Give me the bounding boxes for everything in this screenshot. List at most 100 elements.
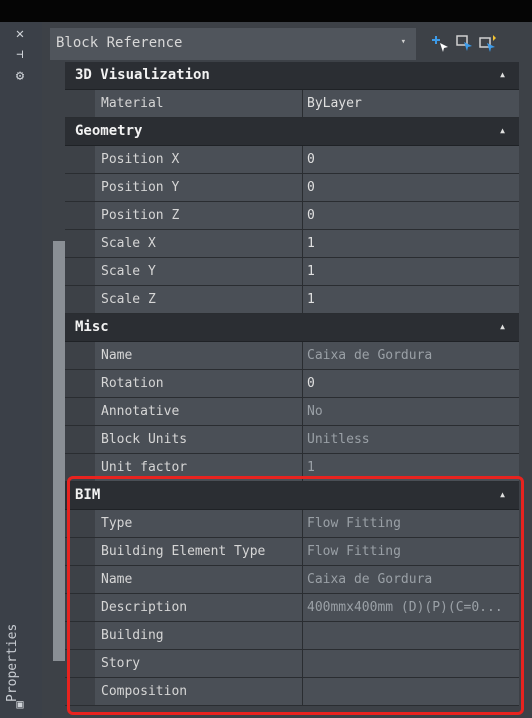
object-type-selector[interactable]: Block Reference ▾: [50, 28, 416, 60]
property-name-cell: Position X: [95, 146, 303, 173]
property-name: Building Element Type: [101, 544, 266, 559]
property-name: Annotative: [101, 404, 180, 419]
property-name: Rotation: [101, 376, 164, 391]
property-value: 1: [307, 236, 315, 251]
property-row[interactable]: Scale Z 1: [65, 286, 519, 314]
property-value: 0: [307, 376, 315, 391]
property-value-cell[interactable]: [303, 650, 519, 677]
row-gutter: [65, 370, 95, 397]
property-value: 1: [307, 292, 315, 307]
property-name-cell: Building: [95, 622, 303, 649]
property-value-cell[interactable]: 0: [303, 370, 519, 397]
property-row[interactable]: Block Units Unitless: [65, 426, 519, 454]
property-value: Flow Fitting: [307, 544, 401, 559]
section-title: 3D Visualization: [75, 67, 210, 83]
collapse-icon[interactable]: ▲: [500, 322, 505, 331]
property-row[interactable]: Name Caixa de Gordura: [65, 342, 519, 370]
scrollbar-thumb[interactable]: [53, 241, 65, 661]
row-gutter: [65, 90, 95, 117]
property-name-cell: Block Units: [95, 426, 303, 453]
property-name-cell: Composition: [95, 678, 303, 705]
property-value: Caixa de Gordura: [307, 572, 433, 587]
property-value: ByLayer: [307, 96, 362, 111]
property-name: Material: [101, 96, 164, 111]
pin-icon[interactable]: ⊣: [8, 46, 32, 62]
row-gutter: [65, 622, 95, 649]
property-row[interactable]: Annotative No: [65, 398, 519, 426]
property-row[interactable]: Material ByLayer: [65, 90, 519, 118]
quick-select-button[interactable]: [455, 34, 475, 54]
property-value-cell[interactable]: Caixa de Gordura: [303, 342, 519, 369]
property-row[interactable]: Position X 0: [65, 146, 519, 174]
property-name: Scale Y: [101, 264, 156, 279]
section-header[interactable]: BIM ▲: [65, 482, 519, 510]
property-name-cell: Annotative: [95, 398, 303, 425]
close-icon[interactable]: ✕: [8, 26, 32, 42]
section-title: BIM: [75, 487, 101, 503]
property-name-cell: Unit factor: [95, 454, 303, 481]
property-row[interactable]: Type Flow Fitting: [65, 510, 519, 538]
property-name-cell: Name: [95, 566, 303, 593]
settings-icon[interactable]: ⚙: [8, 68, 32, 84]
collapse-icon[interactable]: ▲: [500, 70, 505, 79]
property-value-cell[interactable]: 1: [303, 286, 519, 313]
property-value-cell[interactable]: Caixa de Gordura: [303, 566, 519, 593]
row-gutter: [65, 650, 95, 677]
property-name: Description: [101, 600, 188, 615]
property-value: Unitless: [307, 432, 370, 447]
property-row[interactable]: Composition: [65, 678, 519, 706]
property-value-cell[interactable]: Flow Fitting: [303, 538, 519, 565]
property-row[interactable]: Name Caixa de Gordura: [65, 566, 519, 594]
property-row[interactable]: Description 400mmx400mm (D)(P)(C=0...: [65, 594, 519, 622]
row-gutter: [65, 594, 95, 621]
property-value: Flow Fitting: [307, 516, 401, 531]
property-value-cell[interactable]: 1: [303, 230, 519, 257]
section-header[interactable]: Misc ▲: [65, 314, 519, 342]
property-name-cell: Scale Y: [95, 258, 303, 285]
property-row[interactable]: Story: [65, 650, 519, 678]
row-gutter: [65, 510, 95, 537]
property-value-cell[interactable]: [303, 678, 519, 705]
property-value-cell[interactable]: No: [303, 398, 519, 425]
panel-bottom-icon[interactable]: ▣: [8, 696, 32, 712]
property-value-cell[interactable]: 1: [303, 454, 519, 481]
property-row[interactable]: Building: [65, 622, 519, 650]
property-name: Building: [101, 628, 164, 643]
property-row[interactable]: Building Element Type Flow Fitting: [65, 538, 519, 566]
section-header[interactable]: 3D Visualization ▲: [65, 62, 519, 90]
property-name: Position Y: [101, 180, 180, 195]
property-row[interactable]: Scale Y 1: [65, 258, 519, 286]
collapse-icon[interactable]: ▲: [500, 490, 505, 499]
property-name: Name: [101, 572, 133, 587]
property-row[interactable]: Position Y 0: [65, 174, 519, 202]
panel-header: Block Reference ▾: [50, 28, 496, 60]
row-gutter: [65, 454, 95, 481]
property-row[interactable]: Position Z 0: [65, 202, 519, 230]
pickadd-toggle-button[interactable]: [479, 34, 499, 54]
title-bar: [0, 0, 532, 22]
property-name: Type: [101, 516, 133, 531]
section-header[interactable]: Geometry ▲: [65, 118, 519, 146]
panel-title-vertical: Properties: [5, 623, 20, 703]
property-value-cell[interactable]: Unitless: [303, 426, 519, 453]
property-value-cell[interactable]: 1: [303, 258, 519, 285]
property-value-cell[interactable]: 400mmx400mm (D)(P)(C=0...: [303, 594, 519, 621]
row-gutter: [65, 202, 95, 229]
property-name-cell: Description: [95, 594, 303, 621]
section-title: Geometry: [75, 123, 143, 139]
select-objects-button[interactable]: [431, 34, 451, 54]
property-value: 0: [307, 208, 315, 223]
property-value-cell[interactable]: Flow Fitting: [303, 510, 519, 537]
property-value-cell[interactable]: 0: [303, 146, 519, 173]
collapse-icon[interactable]: ▲: [500, 126, 505, 135]
property-value-cell[interactable]: 0: [303, 174, 519, 201]
property-row[interactable]: Scale X 1: [65, 230, 519, 258]
property-row[interactable]: Unit factor 1: [65, 454, 519, 482]
property-name: Position Z: [101, 208, 180, 223]
chevron-down-icon: ▾: [400, 37, 406, 47]
property-value-cell[interactable]: [303, 622, 519, 649]
property-value-cell[interactable]: ByLayer: [303, 90, 519, 117]
property-value-cell[interactable]: 0: [303, 202, 519, 229]
property-row[interactable]: Rotation 0: [65, 370, 519, 398]
property-name-cell: Material: [95, 90, 303, 117]
